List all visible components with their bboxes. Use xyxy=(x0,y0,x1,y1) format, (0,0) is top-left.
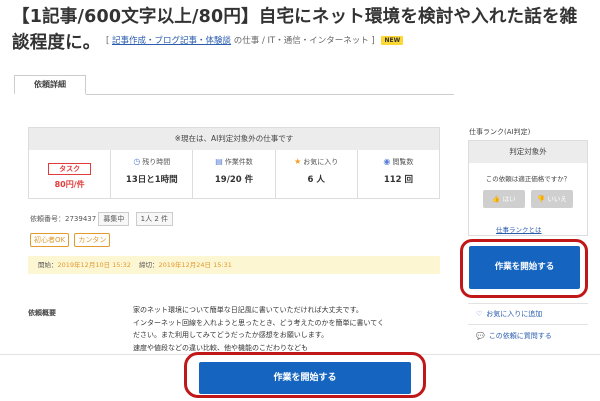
chat-icon: 💬 xyxy=(476,332,485,340)
tag-list: 初心者OK カンタン xyxy=(30,233,113,247)
category-breadcrumb: [ 記事作成・ブログ記事・体験談 の仕事 / IT・通信・インターネット ] N… xyxy=(106,34,404,46)
add-favorite-link[interactable]: ♡ お気に入りに追加 xyxy=(476,309,542,319)
ask-question-link[interactable]: 💬 この依頼に質問する xyxy=(476,331,552,341)
description-label: 依頼概要 xyxy=(28,309,56,317)
tab-details[interactable]: 依頼詳細 xyxy=(14,75,86,95)
per-person-badge: 1人 2 件 xyxy=(135,212,174,226)
rank-title: 仕事ランク(AI判定) xyxy=(469,128,531,136)
thumbs-up-icon: 👍 xyxy=(492,195,501,203)
price-question: この依頼は適正価格ですか？ xyxy=(485,175,571,183)
highlight-ring-sidebar xyxy=(460,239,588,298)
star-icon: ★ xyxy=(294,157,302,166)
rank-panel: 判定対象外 この依頼は適正価格ですか？ 👍 はい 👎 いいえ xyxy=(468,140,588,236)
vote-no-button[interactable]: 👎 いいえ xyxy=(531,190,573,208)
job-stats-panel: ※現在は、AI判定対象外の仕事です タスク 80円/件 ◷ 残り時間 13日と1時… xyxy=(28,127,440,199)
eye-icon: ◉ xyxy=(383,157,391,166)
highlight-ring-bottom xyxy=(184,352,426,398)
document-icon: ▤ xyxy=(215,157,223,166)
job-meta: 依頼番号：2739437 募集中 1人 2 件 xyxy=(30,212,177,226)
start-date: 2019年12月10日 15:32 xyxy=(57,261,131,269)
thumbs-down-icon: 👎 xyxy=(537,195,546,203)
stat-time-left: ◷ 残り時間 13日と1時間 xyxy=(111,150,194,198)
job-title: 【1記事/600文字以上/80円】自宅にネット環境を検討や入れた話を雑談程度に。 xyxy=(12,7,578,53)
rank-info-link[interactable]: 仕事ランクとは xyxy=(496,224,542,234)
tag-beginner: 初心者OK xyxy=(30,233,70,247)
end-date: 2019年12月24日 15:31 xyxy=(158,261,232,269)
description-text: 家のネット環境について簡単な日記風に書いていただければ大丈夫です。 インターネッ… xyxy=(133,306,385,352)
clock-icon: ◷ xyxy=(133,157,141,166)
date-range: 開始：2019年12月10日 15:32 締切：2019年12月24日 15:3… xyxy=(28,256,440,274)
new-badge: NEW xyxy=(381,36,404,45)
heart-icon: ♡ xyxy=(476,310,483,318)
stat-task: タスク 80円/件 xyxy=(29,150,112,198)
tag-easy: カンタン xyxy=(74,233,111,247)
stat-views: ◉ 閲覧数 112 回 xyxy=(383,157,414,185)
vote-yes-button[interactable]: 👍 はい xyxy=(483,190,525,208)
sidebar-divider xyxy=(468,324,588,325)
category-link[interactable]: 記事作成・ブログ記事・体験談 xyxy=(112,36,231,46)
task-price: 80円/件 xyxy=(54,180,85,189)
stat-count: ▤ 作業件数 19/20 件 xyxy=(193,150,276,198)
stat-favorites: ★ お気に入り 6 人 xyxy=(276,150,358,198)
status-badge: 募集中 xyxy=(98,212,130,226)
ai-notice: ※現在は、AI判定対象外の仕事です xyxy=(29,128,439,150)
rank-value: 判定対象外 xyxy=(469,141,587,163)
task-label: タスク xyxy=(48,163,92,175)
request-number: 依頼番号：2739437 xyxy=(30,215,97,223)
sidebar-divider xyxy=(468,303,588,304)
